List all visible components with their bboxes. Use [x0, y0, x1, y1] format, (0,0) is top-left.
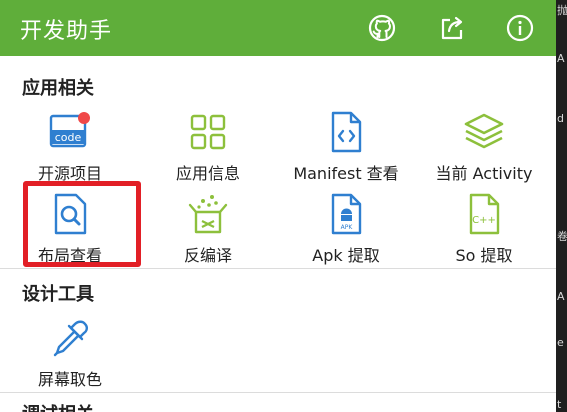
section-title-app: 应用相关 [22, 78, 94, 99]
tile-label: 屏幕取色 [37, 370, 102, 389]
info-button[interactable] [504, 12, 536, 44]
tile-color-picker[interactable]: 屏幕取色 [1, 312, 139, 398]
svg-text:code: code [55, 131, 82, 144]
strip-char: d [557, 112, 564, 125]
app-bar: 开发助手 [0, 0, 556, 56]
layers-icon [462, 110, 506, 154]
tile-decompile[interactable]: 反编译 [139, 188, 277, 274]
tile-label: So 提取 [455, 246, 513, 265]
tile-so-extract[interactable]: C++ So 提取 [415, 188, 553, 274]
background-window-strip: 抛 A d 卷 A e t [556, 0, 567, 412]
section-title-design: 设计工具 [22, 284, 94, 305]
code-file-icon [324, 110, 368, 154]
section-divider [0, 392, 556, 393]
section-divider [0, 268, 556, 269]
svg-text:C++: C++ [472, 215, 496, 226]
tile-current-activity[interactable]: 当前 Activity [415, 106, 553, 192]
info-icon [506, 14, 534, 42]
strip-char: A [557, 52, 565, 65]
tile-label: 当前 Activity [435, 164, 533, 183]
section-title-debug: 调试相关 [22, 400, 94, 412]
highlight-box [23, 181, 141, 267]
app-window: 开发助手 应用相关 code 开源项目 应用信息 Manifest 查看 当前 … [0, 0, 556, 412]
strip-char: 卷 [557, 230, 567, 243]
tile-label: 反编译 [183, 246, 232, 265]
tile-app-info[interactable]: 应用信息 [139, 106, 277, 192]
github-button[interactable] [366, 12, 398, 44]
tile-label: Apk 提取 [312, 246, 380, 265]
app-title: 开发助手 [20, 19, 113, 44]
strip-char: e [557, 336, 564, 349]
strip-char: 抛 [557, 4, 567, 17]
github-icon [368, 14, 396, 42]
code-icon: code [48, 110, 92, 154]
tile-open-source[interactable]: code 开源项目 [1, 106, 139, 192]
share-button[interactable] [436, 12, 468, 44]
eyedropper-icon [48, 316, 92, 360]
strip-char: t [557, 398, 562, 411]
svg-text:APK: APK [341, 224, 354, 231]
tile-apk-extract[interactable]: APK Apk 提取 [277, 188, 415, 274]
share-icon [441, 16, 463, 40]
tile-label: Manifest 查看 [293, 164, 399, 183]
unpack-box-icon [186, 192, 230, 236]
apk-file-icon: APK [324, 192, 368, 236]
tile-label: 应用信息 [175, 164, 240, 183]
cpp-file-icon: C++ [462, 192, 506, 236]
tile-manifest[interactable]: Manifest 查看 [277, 106, 415, 192]
grid-icon [186, 110, 230, 154]
strip-char: A [557, 290, 565, 303]
